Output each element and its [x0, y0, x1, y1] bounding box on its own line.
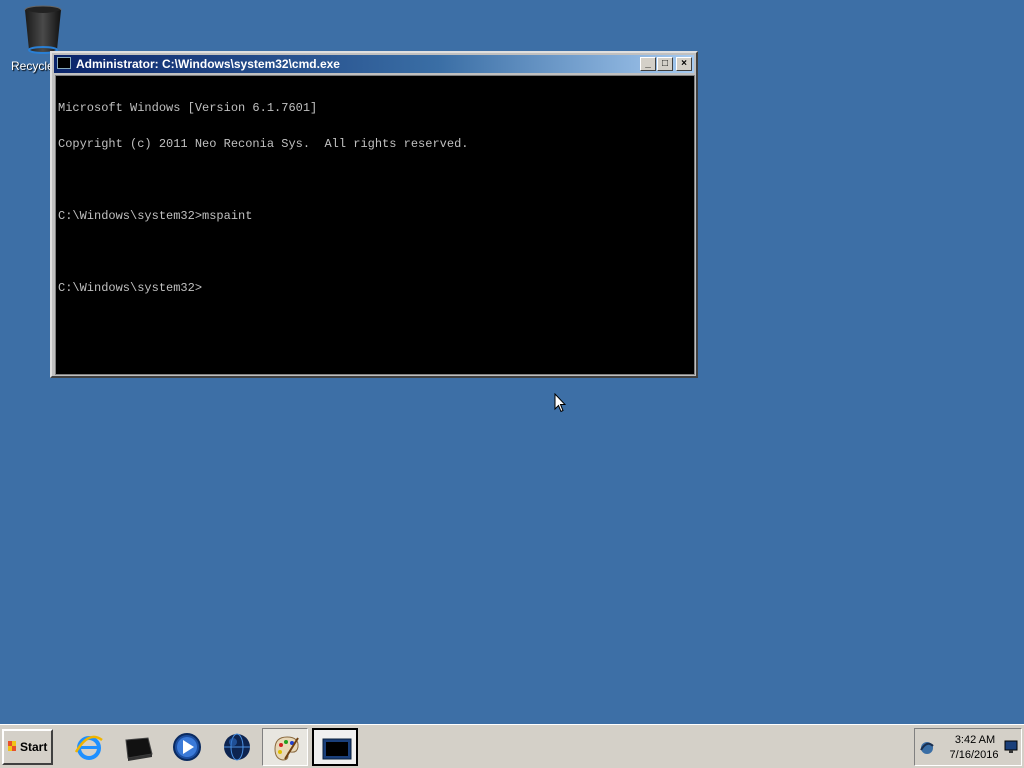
console-prompt-line[interactable]: C:\Windows\system32>	[58, 282, 694, 294]
taskbar-command-prompt[interactable]	[312, 728, 358, 766]
command-prompt-icon	[322, 738, 352, 760]
desktop: Recycle Administrator: C:\Windows\system…	[0, 0, 1024, 724]
maximize-button[interactable]: □	[657, 57, 673, 71]
console-line: Microsoft Windows [Version 6.1.7601]	[58, 101, 318, 115]
cmd-window[interactable]: Administrator: C:\Windows\system32\cmd.e…	[50, 51, 698, 378]
console-line: C:\Windows\system32>mspaint	[58, 209, 253, 223]
window-title: Administrator: C:\Windows\system32\cmd.e…	[76, 57, 340, 71]
mouse-pointer-icon	[554, 393, 566, 413]
clock-time[interactable]: 3:42 AM	[951, 734, 999, 746]
network-icon[interactable]	[919, 740, 935, 756]
monitor-icon[interactable]	[1004, 740, 1018, 754]
titlebar[interactable]: Administrator: C:\Windows\system32\cmd.e…	[54, 55, 694, 73]
console-line: Copyright (c) 2011 Neo Reconia Sys. All …	[58, 137, 469, 151]
black-drive-icon	[125, 737, 153, 761]
start-label: Start	[20, 740, 48, 754]
minimize-button[interactable]: _	[640, 57, 656, 71]
paint-palette-icon	[274, 736, 299, 761]
taskbar-file-manager[interactable]	[114, 728, 160, 766]
taskbar-internet-explorer[interactable]	[66, 728, 112, 766]
console-system-icon[interactable]	[57, 57, 71, 69]
recycle-bin-label: Recycle	[11, 59, 54, 73]
clock-date[interactable]: 7/16/2016	[945, 749, 1003, 761]
console-output[interactable]: Microsoft Windows [Version 6.1.7601] Cop…	[55, 75, 695, 375]
taskbar-media-player[interactable]	[164, 728, 210, 766]
system-tray: 3:42 AM 7/16/2016	[914, 728, 1022, 766]
start-button[interactable]: Start	[2, 729, 53, 765]
globe-icon	[224, 733, 250, 761]
taskbar-paint[interactable]	[262, 728, 308, 766]
start-flag-icon	[8, 741, 16, 751]
recycle-bin-icon	[24, 5, 62, 54]
close-button[interactable]: ×	[676, 57, 692, 71]
media-player-icon	[173, 733, 201, 761]
taskbar-globe[interactable]	[214, 728, 260, 766]
taskbar: Start 3:42 AM 7/16/2016	[0, 724, 1024, 768]
internet-explorer-icon	[74, 735, 103, 760]
